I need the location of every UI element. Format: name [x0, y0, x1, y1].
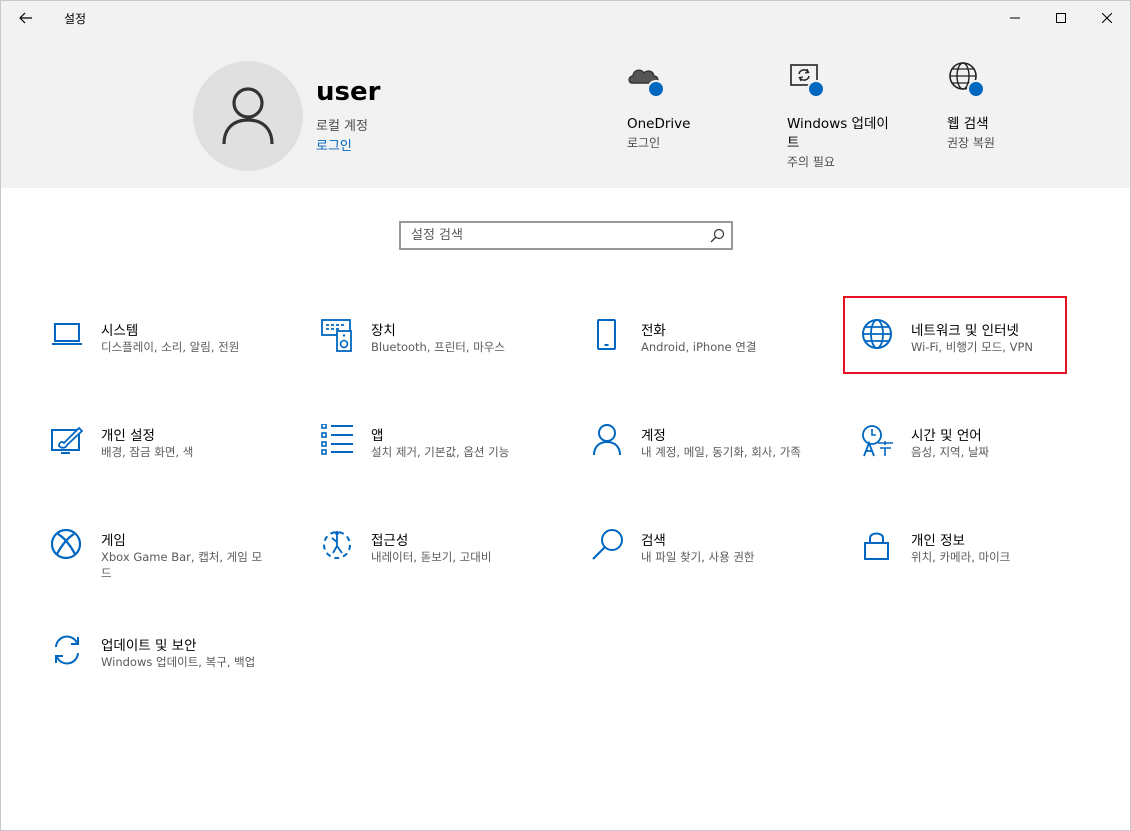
minimize-button[interactable]: [992, 1, 1038, 35]
account-type: 로컬 계정: [316, 119, 368, 134]
category-subtitle: 내 계정, 메일, 동기화, 회사, 가족: [641, 445, 801, 459]
quick-link-title-line: Windows 업데이: [787, 116, 889, 132]
cloud-icon: [627, 61, 665, 98]
category-personalization[interactable]: 개인 설정 배경, 잠금 화면, 색: [51, 424, 301, 494]
category-title: 개인 정보: [911, 533, 965, 549]
user-name: user: [316, 77, 381, 107]
maximize-button[interactable]: [1038, 1, 1084, 35]
search-icon: [591, 529, 625, 563]
category-title: 시스템: [101, 323, 139, 339]
search-box[interactable]: [399, 221, 733, 250]
maximize-icon: [1056, 13, 1066, 23]
category-title: 장치: [371, 323, 396, 339]
category-title: 시간 및 언어: [911, 428, 982, 444]
quick-link-subtitle: 권장 복원: [947, 136, 995, 150]
category-title: 검색: [641, 533, 666, 549]
phone-icon: [591, 319, 625, 353]
category-title: 개인 설정: [101, 428, 155, 444]
selection-highlight-box: [843, 296, 1067, 374]
sync-icon: [51, 634, 85, 668]
quick-link-subtitle: 주의 필요: [787, 155, 835, 169]
category-subtitle: 배경, 잠금 화면, 색: [101, 445, 194, 459]
category-title: 전화: [641, 323, 666, 339]
category-accounts[interactable]: 계정 내 계정, 메일, 동기화, 회사, 가족: [591, 424, 841, 494]
category-subtitle: 음성, 지역, 날짜: [911, 445, 990, 459]
category-subtitle: 내레이터, 돋보기, 고대비: [371, 550, 492, 564]
person-icon: [591, 424, 625, 458]
quick-link-title: OneDrive: [627, 116, 691, 132]
time-language-icon: [861, 424, 895, 458]
quick-link-title: Windows 업데이 트: [787, 115, 889, 153]
category-subtitle: 설치 제거, 기본값, 옵션 기능: [371, 445, 510, 459]
quick-link-subtitle: 로그인: [627, 136, 661, 150]
window-title: 설정: [64, 12, 87, 26]
category-time-language[interactable]: 시간 및 언어 음성, 지역, 날짜: [861, 424, 1111, 494]
back-arrow-icon: [19, 12, 32, 24]
quick-link-title-line: 트: [787, 135, 800, 151]
category-subtitle: Bluetooth, 프린터, 마우스: [371, 340, 505, 354]
notification-dot: [967, 80, 985, 98]
category-privacy[interactable]: 개인 정보 위치, 카메라, 마이크: [861, 529, 1111, 599]
settings-window: 설정 user 로컬 계정 로그인 OneDrive 로그인 Windows 업…: [0, 0, 1131, 831]
category-title: 업데이트 및 보안: [101, 638, 197, 654]
close-button[interactable]: [1084, 1, 1130, 35]
close-icon: [1102, 13, 1112, 23]
category-subtitle: Xbox Game Bar, 캡처, 게임 모드: [101, 550, 263, 580]
minimize-icon: [1010, 17, 1020, 19]
category-phone[interactable]: 전화 Android, iPhone 연결: [591, 319, 841, 389]
category-subtitle: 위치, 카메라, 마이크: [911, 550, 1011, 564]
laptop-icon: [51, 319, 85, 353]
category-gaming[interactable]: 게임 Xbox Game Bar, 캡처, 게임 모드: [50, 528, 301, 599]
title-bar: 설정: [1, 1, 1130, 35]
user-avatar-icon: [222, 87, 274, 145]
category-system[interactable]: 시스템 디스플레이, 소리, 알림, 전원: [51, 319, 301, 389]
category-update-security[interactable]: 업데이트 및 보안 Windows 업데이트, 복구, 백업: [51, 634, 301, 704]
account-header: user 로컬 계정 로그인 OneDrive 로그인 Windows 업데이 …: [1, 35, 1130, 188]
notification-dot: [807, 80, 825, 98]
personalization-icon: [51, 424, 85, 458]
category-title: 앱: [371, 428, 384, 444]
xbox-icon: [50, 528, 85, 563]
search-input[interactable]: [401, 223, 711, 248]
category-accessibility[interactable]: 접근성 내레이터, 돋보기, 고대비: [321, 529, 571, 599]
category-search[interactable]: 검색 내 파일 찾기, 사용 권한: [591, 529, 841, 599]
category-subtitle: 디스플레이, 소리, 알림, 전원: [101, 340, 240, 354]
notification-dot: [647, 80, 665, 98]
avatar[interactable]: [193, 61, 303, 171]
category-devices[interactable]: 장치 Bluetooth, 프린터, 마우스: [321, 319, 571, 389]
quick-link-web-search[interactable]: 웹 검색 권장 복원: [947, 61, 1067, 171]
quick-link-windows-update[interactable]: Windows 업데이 트 주의 필요: [787, 61, 907, 181]
category-title: 계정: [641, 428, 666, 444]
category-title: 접근성: [371, 533, 409, 549]
update-icon: [787, 61, 825, 98]
quick-link-title: 웹 검색: [947, 116, 989, 132]
category-subtitle: 내 파일 찾기, 사용 권한: [641, 550, 755, 564]
back-button[interactable]: [11, 4, 41, 32]
globe-icon: [947, 61, 985, 98]
accessibility-icon: [321, 529, 355, 563]
category-subtitle: Android, iPhone 연결: [641, 340, 757, 354]
lock-icon: [861, 529, 895, 563]
category-apps[interactable]: 앱 설치 제거, 기본값, 옵션 기능: [321, 423, 571, 494]
quick-link-onedrive[interactable]: OneDrive 로그인: [627, 61, 747, 171]
login-link[interactable]: 로그인: [316, 135, 352, 154]
devices-icon: [321, 319, 355, 353]
apps-list-icon: [321, 423, 355, 458]
category-subtitle: Windows 업데이트, 복구, 백업: [101, 655, 256, 669]
category-title: 게임: [101, 533, 126, 549]
search-icon: [709, 228, 725, 244]
